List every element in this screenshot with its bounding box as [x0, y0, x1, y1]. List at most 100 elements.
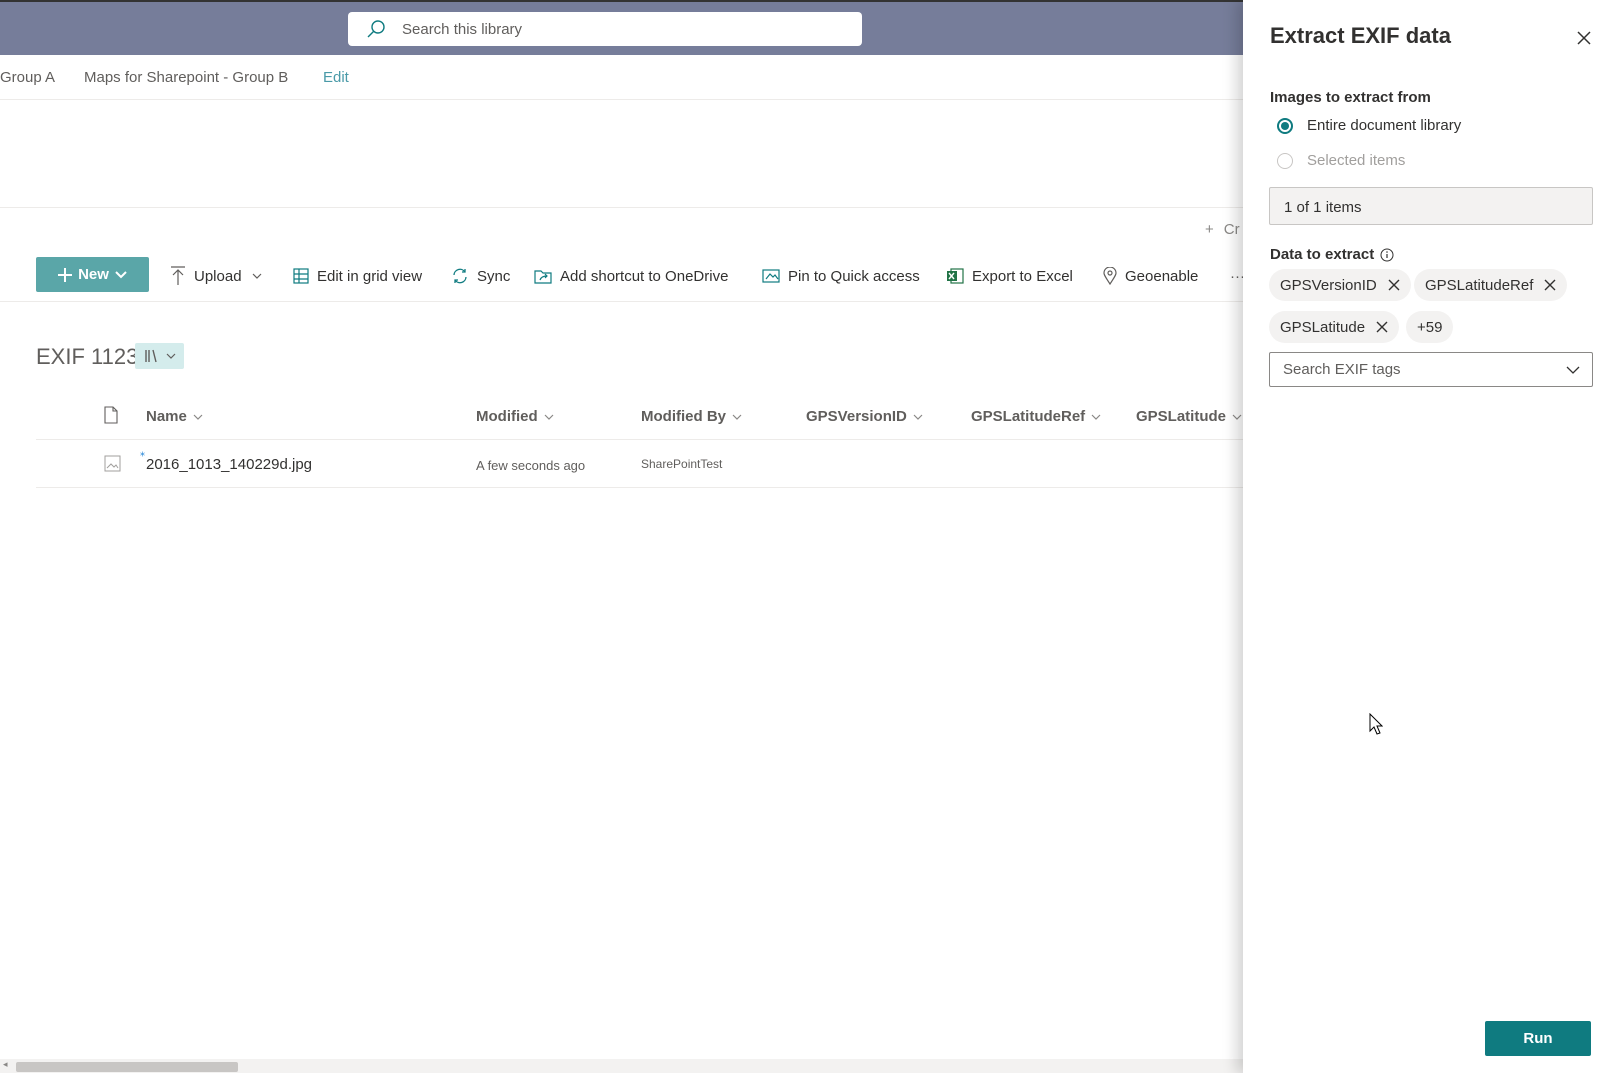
column-header-gpslatitude[interactable]: GPSLatitude	[1136, 408, 1242, 425]
view-switcher-button[interactable]	[135, 343, 184, 369]
shortcut-label: Add shortcut to OneDrive	[560, 267, 729, 285]
row-divider	[36, 487, 1243, 488]
chevron-down-icon	[252, 273, 261, 279]
column-header-name[interactable]: Name	[146, 408, 203, 425]
radio-selected-items[interactable]: Selected items	[1277, 152, 1405, 169]
modified-value: A few seconds ago	[476, 458, 586, 473]
item-count-field: 1 of 1 items	[1269, 187, 1593, 225]
column-label: Modified By	[641, 408, 726, 425]
sync-label: Sync	[477, 267, 511, 285]
map-pin-icon	[1103, 267, 1117, 285]
pin-label: Pin to Quick access	[788, 267, 920, 285]
chip-label: GPSLatitudeRef	[1425, 276, 1534, 294]
pin-quick-access-button[interactable]: Pin to Quick access	[762, 261, 920, 291]
image-file-icon	[104, 455, 121, 472]
chevron-down-icon	[115, 270, 127, 278]
geoenable-button[interactable]: Geoenable	[1103, 261, 1198, 291]
data-label-text: Data to extract	[1270, 246, 1375, 263]
grid-icon	[293, 268, 309, 284]
dropdown-placeholder: Search EXIF tags	[1283, 361, 1401, 378]
column-label: GPSLatitude	[1136, 408, 1227, 425]
radio-checked-icon	[1277, 117, 1293, 134]
library-view-icon	[144, 349, 157, 363]
new-button[interactable]: New	[36, 257, 149, 292]
new-label: New	[78, 266, 109, 283]
modified-by-value[interactable]: SharePointTest	[641, 457, 722, 471]
plus-icon: +	[1205, 221, 1214, 238]
upload-label: Upload	[194, 267, 242, 285]
nav-item-group-a[interactable]: Group A	[0, 69, 55, 86]
extract-exif-panel: Extract EXIF data Images to extract from…	[1243, 0, 1616, 1073]
chevron-down-icon	[732, 414, 742, 420]
upload-icon	[171, 266, 185, 285]
search-input[interactable]	[400, 19, 824, 39]
pin-icon	[762, 269, 780, 283]
file-name-link[interactable]: 2016_1013_140229d.jpg	[146, 456, 312, 473]
chevron-down-icon	[166, 353, 175, 359]
header-divider	[36, 439, 1243, 440]
data-section-label: Data to extract	[1270, 246, 1394, 263]
chevron-down-icon	[193, 414, 203, 420]
create-button-partial[interactable]: + Cr	[1205, 221, 1240, 238]
create-label: Cr	[1223, 221, 1240, 238]
add-shortcut-button[interactable]: Add shortcut to OneDrive	[534, 261, 728, 291]
sync-button[interactable]: Sync	[451, 261, 510, 291]
nav-item-maps-group-b[interactable]: Maps for Sharepoint - Group B	[84, 69, 288, 86]
upload-button[interactable]: Upload	[170, 261, 262, 291]
radio-unchecked-icon	[1277, 152, 1293, 169]
scroll-left-icon[interactable]: ◂	[3, 1059, 8, 1070]
panel-title: Extract EXIF data	[1270, 23, 1451, 48]
geoenable-label: Geoenable	[1125, 267, 1199, 285]
export-label: Export to Excel	[972, 267, 1073, 285]
chip-gpslatituderef: GPSLatitudeRef	[1414, 269, 1568, 301]
search-icon	[367, 20, 385, 38]
more-chips-badge[interactable]: +59	[1406, 311, 1454, 343]
sync-icon	[453, 268, 467, 284]
run-button[interactable]: Run	[1485, 1021, 1591, 1056]
info-icon[interactable]	[1380, 248, 1394, 262]
radio-label: Selected items	[1307, 152, 1406, 169]
library-title: EXIF 1123	[36, 344, 139, 369]
close-icon[interactable]	[1574, 28, 1594, 48]
chevron-down-icon	[1232, 414, 1242, 420]
command-bar: New Upload Edit in grid view Sync Add sh…	[0, 255, 1245, 302]
scrollbar-thumb[interactable]	[16, 1062, 238, 1072]
column-label: GPSVersionID	[806, 408, 907, 425]
horizontal-scrollbar[interactable]: ◂	[0, 1059, 1243, 1073]
column-header-gpsversionid[interactable]: GPSVersionID	[806, 408, 923, 425]
nav-edit-link[interactable]: Edit	[323, 69, 349, 86]
plus-icon	[58, 267, 73, 282]
header-divider	[0, 207, 1243, 208]
column-header-modified[interactable]: Modified	[476, 408, 554, 425]
chip-gpslatitude: GPSLatitude	[1269, 311, 1400, 343]
site-navigation: Group A Maps for Sharepoint - Group B Ed…	[0, 55, 1243, 100]
new-item-indicator-icon: ⁎	[140, 448, 145, 459]
remove-icon[interactable]	[1387, 278, 1401, 292]
radio-label: Entire document library	[1307, 117, 1462, 134]
shortcut-icon	[534, 270, 552, 284]
column-label: Name	[146, 408, 187, 425]
excel-icon	[947, 268, 964, 284]
chevron-down-icon	[544, 414, 554, 420]
export-excel-button[interactable]: Export to Excel	[946, 261, 1073, 291]
chip-gpsversionid: GPSVersionID	[1269, 269, 1411, 301]
chip-label: GPSVersionID	[1280, 276, 1377, 294]
file-type-icon	[104, 406, 118, 424]
radio-entire-library[interactable]: Entire document library	[1277, 117, 1461, 134]
column-label: Modified	[476, 408, 538, 425]
column-header-modified-by[interactable]: Modified By	[641, 408, 742, 425]
chip-label: GPSLatitude	[1280, 318, 1366, 336]
edit-grid-view-button[interactable]: Edit in grid view	[293, 261, 422, 291]
remove-icon[interactable]	[1375, 320, 1389, 334]
chevron-down-icon	[1091, 414, 1101, 420]
exif-tags-dropdown[interactable]: Search EXIF tags	[1269, 352, 1593, 387]
column-label: GPSLatitudeRef	[971, 408, 1086, 425]
mouse-cursor-icon	[1369, 713, 1383, 735]
chevron-down-icon	[913, 414, 923, 420]
chevron-down-icon	[1566, 366, 1580, 374]
images-section-label: Images to extract from	[1270, 89, 1431, 106]
column-header-gpslatituderef[interactable]: GPSLatitudeRef	[971, 408, 1101, 425]
search-box[interactable]	[348, 12, 862, 46]
remove-icon[interactable]	[1543, 278, 1557, 292]
edit-grid-label: Edit in grid view	[317, 267, 423, 285]
